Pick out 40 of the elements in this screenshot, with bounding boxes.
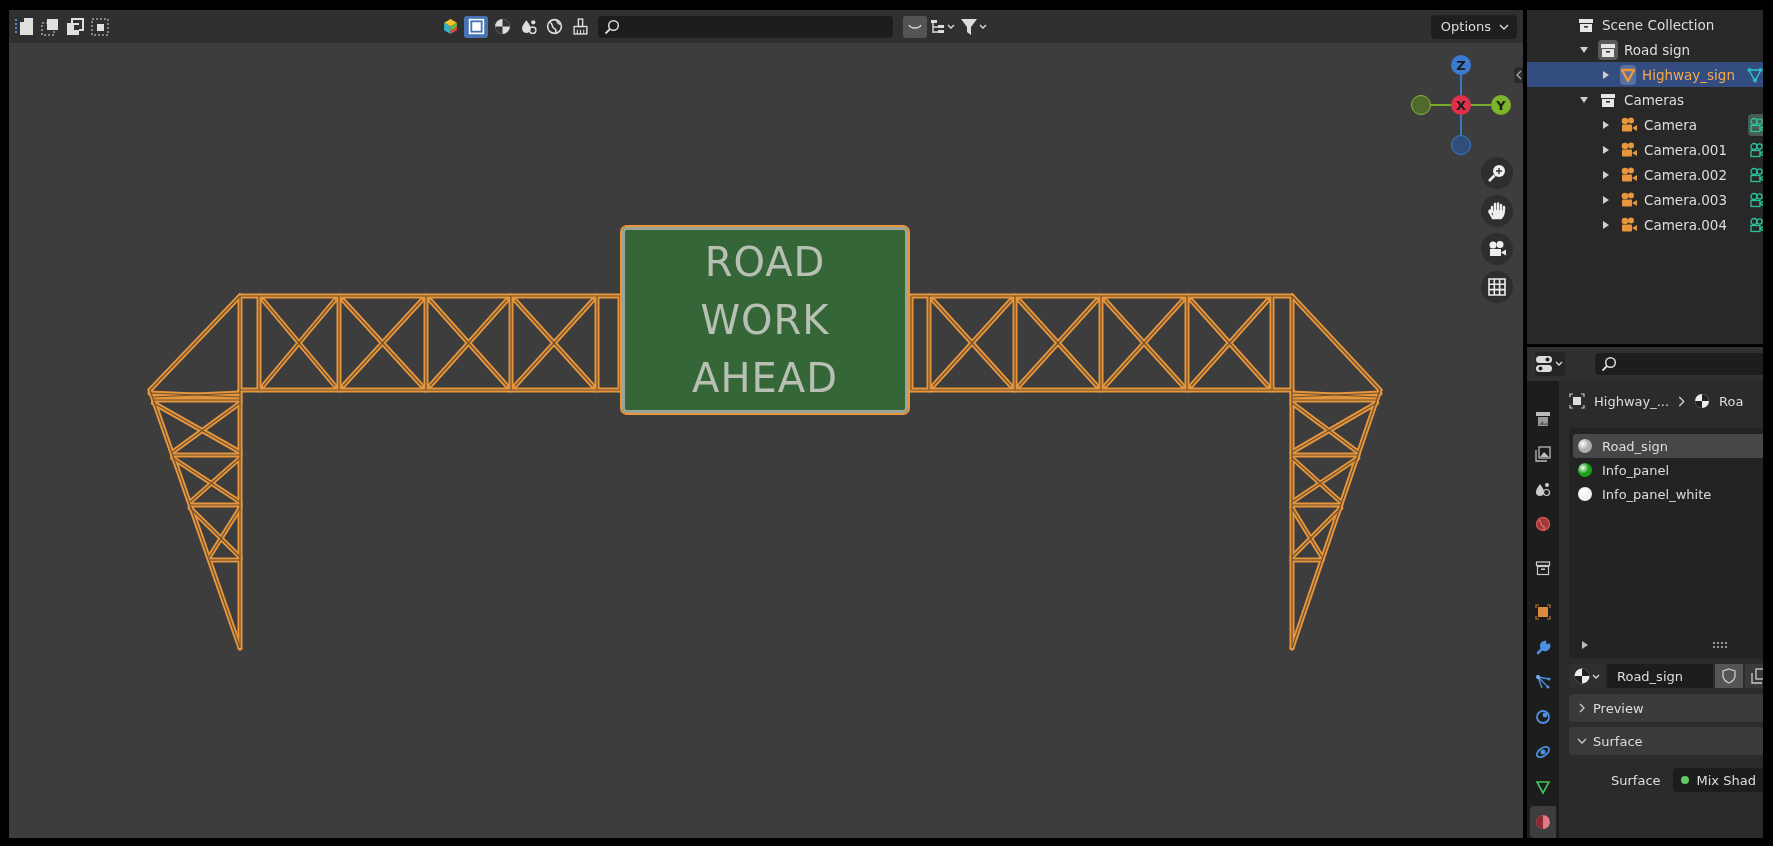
- outliner-item-name: Camera.002: [1644, 166, 1729, 183]
- outliner-row[interactable]: Highway_sign: [1527, 62, 1763, 87]
- breadcrumb-item[interactable]: Highway_...: [1594, 393, 1670, 409]
- breadcrumb-item[interactable]: Roa: [1719, 393, 1744, 409]
- sign-text: WORK: [700, 296, 830, 345]
- outliner-item-name: Highway_sign: [1642, 66, 1736, 83]
- field-label: Surface: [1611, 772, 1661, 788]
- outliner-item-name: Camera.003: [1644, 191, 1729, 208]
- material-slot[interactable]: Road_sign: [1573, 434, 1763, 458]
- panel-title: Preview: [1593, 700, 1644, 716]
- material-slot[interactable]: Info_panel_white: [1573, 482, 1763, 506]
- slot-name: Info_panel: [1602, 462, 1670, 478]
- outliner-row[interactable]: Camera: [1527, 112, 1763, 137]
- outliner-item-name: Road sign: [1624, 41, 1692, 58]
- slot-name: Info_panel_white: [1602, 486, 1712, 502]
- sign-text: AHEAD: [692, 354, 838, 403]
- panel-title: Surface: [1593, 733, 1643, 749]
- material-name-field[interactable]: Road_sign: [1607, 664, 1713, 688]
- outliner-row[interactable]: Camera.003: [1527, 187, 1763, 212]
- outliner-item-name: Cameras: [1624, 91, 1685, 108]
- options-dropdown[interactable]: Options: [1430, 14, 1517, 39]
- axis-handle[interactable]: Y: [1491, 95, 1511, 115]
- outliner-row[interactable]: Camera.001: [1527, 137, 1763, 162]
- slot-name: Road_sign: [1602, 438, 1668, 454]
- shader-dropdown[interactable]: Mix Shad: [1672, 768, 1763, 792]
- outliner-row[interactable]: Road sign: [1527, 37, 1763, 62]
- axis-handle[interactable]: Z: [1451, 55, 1471, 75]
- sign-text: ROAD: [704, 238, 826, 287]
- panel-header[interactable]: Surface: [1569, 727, 1763, 755]
- outliner-row[interactable]: Camera.002: [1527, 162, 1763, 187]
- panel-header[interactable]: Preview: [1569, 694, 1763, 722]
- outliner-item-name: Camera.001: [1644, 141, 1729, 158]
- outliner-item-name: Camera.004: [1644, 216, 1729, 233]
- outliner-item-name: Scene Collection: [1602, 16, 1715, 33]
- material-slot[interactable]: Info_panel: [1573, 458, 1763, 482]
- outliner-row[interactable]: Camera.004: [1527, 212, 1763, 237]
- outliner-row[interactable]: Cameras: [1527, 87, 1763, 112]
- outliner-row[interactable]: Scene Collection: [1527, 12, 1763, 37]
- axis-handle[interactable]: X: [1451, 95, 1471, 115]
- outliner-item-name: Camera: [1644, 116, 1698, 133]
